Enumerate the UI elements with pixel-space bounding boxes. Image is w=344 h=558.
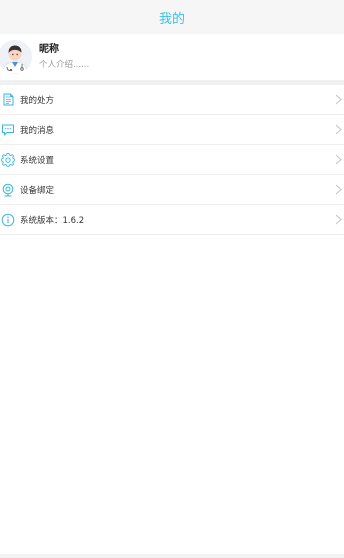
- page-title: 我的: [158, 11, 185, 27]
- menu-list: Rx 我的处方 我的消息 系统设置 设备绑定 系统版本：1.6.2: [0, 85, 344, 235]
- bottom-bar: [0, 554, 344, 558]
- chevron-right-icon: [335, 94, 342, 105]
- chevron-right-icon: [335, 154, 342, 165]
- menu-item-prescription[interactable]: Rx 我的处方: [0, 85, 344, 115]
- menu-item-version[interactable]: 系统版本：1.6.2: [0, 205, 344, 235]
- message-icon: [1, 123, 15, 137]
- menu-item-device-binding[interactable]: 设备绑定: [0, 175, 344, 205]
- chevron-right-icon: [335, 214, 342, 225]
- menu-item-settings[interactable]: 系统设置: [0, 145, 344, 175]
- chevron-right-icon: [335, 184, 342, 195]
- nav-bar: 我的: [0, 0, 344, 34]
- doctor-avatar-icon: [0, 40, 32, 74]
- menu-item-label: 设备绑定: [20, 185, 55, 196]
- svg-text:Rx: Rx: [5, 95, 9, 99]
- menu-item-messages[interactable]: 我的消息: [0, 115, 344, 145]
- chevron-right-icon: [335, 124, 342, 135]
- profile-card[interactable]: 昵称 个人介绍......: [0, 34, 344, 80]
- menu-item-label: 系统设置: [20, 155, 55, 166]
- prescription-icon: Rx: [1, 93, 15, 107]
- menu-item-label: 我的消息: [20, 125, 55, 136]
- menu-item-label: 我的处方: [20, 95, 55, 106]
- info-icon: [1, 213, 15, 227]
- profile-text: 昵称 个人介绍......: [39, 43, 89, 72]
- avatar[interactable]: [0, 40, 32, 74]
- gear-icon: [1, 152, 15, 167]
- menu-item-label: 系统版本：1.6.2: [20, 215, 85, 226]
- device-icon: [1, 183, 15, 197]
- profile-intro: 个人介绍......: [39, 60, 90, 70]
- nickname: 昵称: [39, 44, 59, 55]
- profile-page: 我的 昵称 个人介绍...... Rx 我的处方 我的消息 系统设置 设备绑定 …: [0, 0, 344, 558]
